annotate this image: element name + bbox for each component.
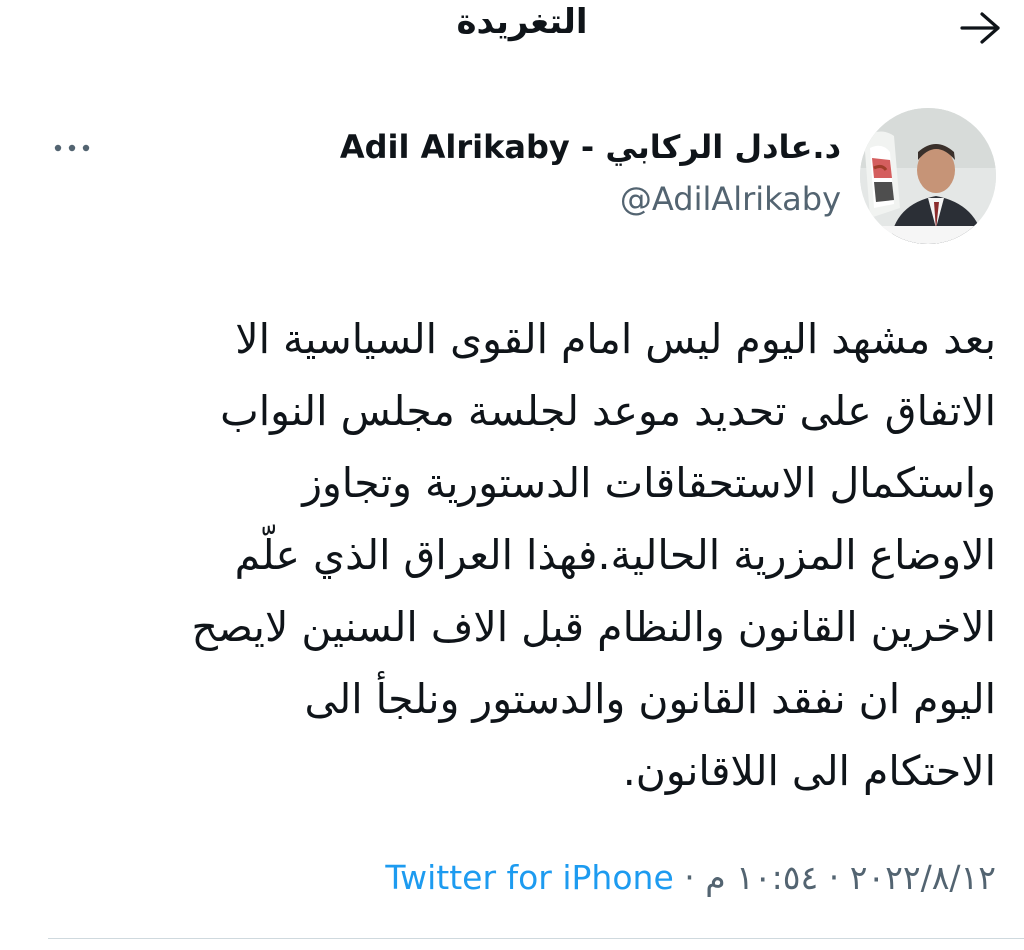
meta-separator: · [673, 858, 706, 897]
top-bar: التغريدة [0, 0, 1024, 60]
tweet-metadata: ٢٠٢٢/٨/١٢ · ١٠:٥٤ م · Twitter for iPhone [36, 858, 996, 897]
author-display-name[interactable]: د.عادل الركابي - Adil Alrikaby [121, 128, 841, 166]
more-options-icon[interactable] [52, 138, 92, 158]
tweet-source-link[interactable]: Twitter for iPhone [385, 858, 673, 897]
author-handle[interactable]: @AdilAlrikaby [241, 180, 841, 218]
divider [48, 938, 1024, 939]
avatar[interactable] [860, 108, 996, 244]
tweet-text: بعد مشهد اليوم ليس امام القوى السياسية ا… [191, 315, 996, 795]
page-title: التغريدة [456, 2, 588, 42]
arrow-forward-icon[interactable] [956, 6, 1006, 50]
tweet-date: ٢٠٢٢/٨/١٢ [849, 858, 996, 897]
meta-separator: · [818, 858, 850, 897]
tweet-time: ١٠:٥٤ م [705, 858, 819, 897]
